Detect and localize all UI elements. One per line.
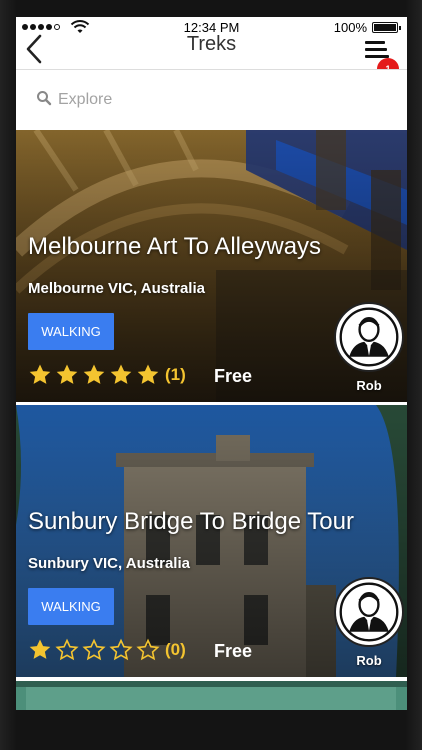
rating: (1) (28, 363, 186, 387)
guide-avatar[interactable] (334, 302, 404, 372)
star-filled-icon (29, 364, 51, 384)
app-screen: 12:34 PM 100% Treks 1 (16, 17, 407, 710)
star-filled-icon (83, 364, 105, 384)
trek-location: Sunbury VIC, Australia (28, 555, 190, 572)
star-filled-icon (56, 364, 78, 384)
star-empty-icon (55, 638, 79, 661)
trek-title: Sunbury Bridge To Bridge Tour (28, 508, 354, 535)
trek-card[interactable] (16, 681, 407, 710)
trek-title: Melbourne Art To Alleyways (28, 233, 322, 260)
star-empty-icon (109, 638, 133, 661)
search-input[interactable] (56, 87, 360, 113)
star-empty-icon (82, 638, 106, 661)
guide-avatar[interactable] (334, 577, 404, 647)
search-bar (16, 70, 407, 129)
rating: (0) (28, 638, 186, 662)
guide-name: Rob (356, 378, 382, 393)
search-icon (37, 91, 52, 106)
guide-name: Rob (356, 653, 382, 668)
star-empty-icon (136, 638, 160, 661)
trek-location: Melbourne VIC, Australia (28, 280, 205, 297)
trek-price: Free (214, 641, 253, 661)
trek-photo-partial (16, 681, 407, 710)
rating-count: (1) (165, 365, 186, 384)
star-filled-icon (110, 364, 132, 384)
trek-card[interactable]: Sunbury Bridge To Bridge Tour Sunbury VI… (16, 405, 407, 677)
trek-price: Free (214, 366, 253, 386)
category-tag[interactable]: WALKING (28, 313, 114, 350)
nav-bar: Treks 1 (16, 31, 407, 80)
category-tag[interactable]: WALKING (28, 588, 114, 625)
rating-count: (0) (165, 640, 186, 659)
trek-card[interactable]: Melbourne Art To Alleyways Melbourne VIC… (16, 130, 407, 402)
star-filled-icon (137, 364, 159, 384)
star-filled-icon (29, 639, 51, 659)
page-title: Treks (186, 33, 237, 55)
